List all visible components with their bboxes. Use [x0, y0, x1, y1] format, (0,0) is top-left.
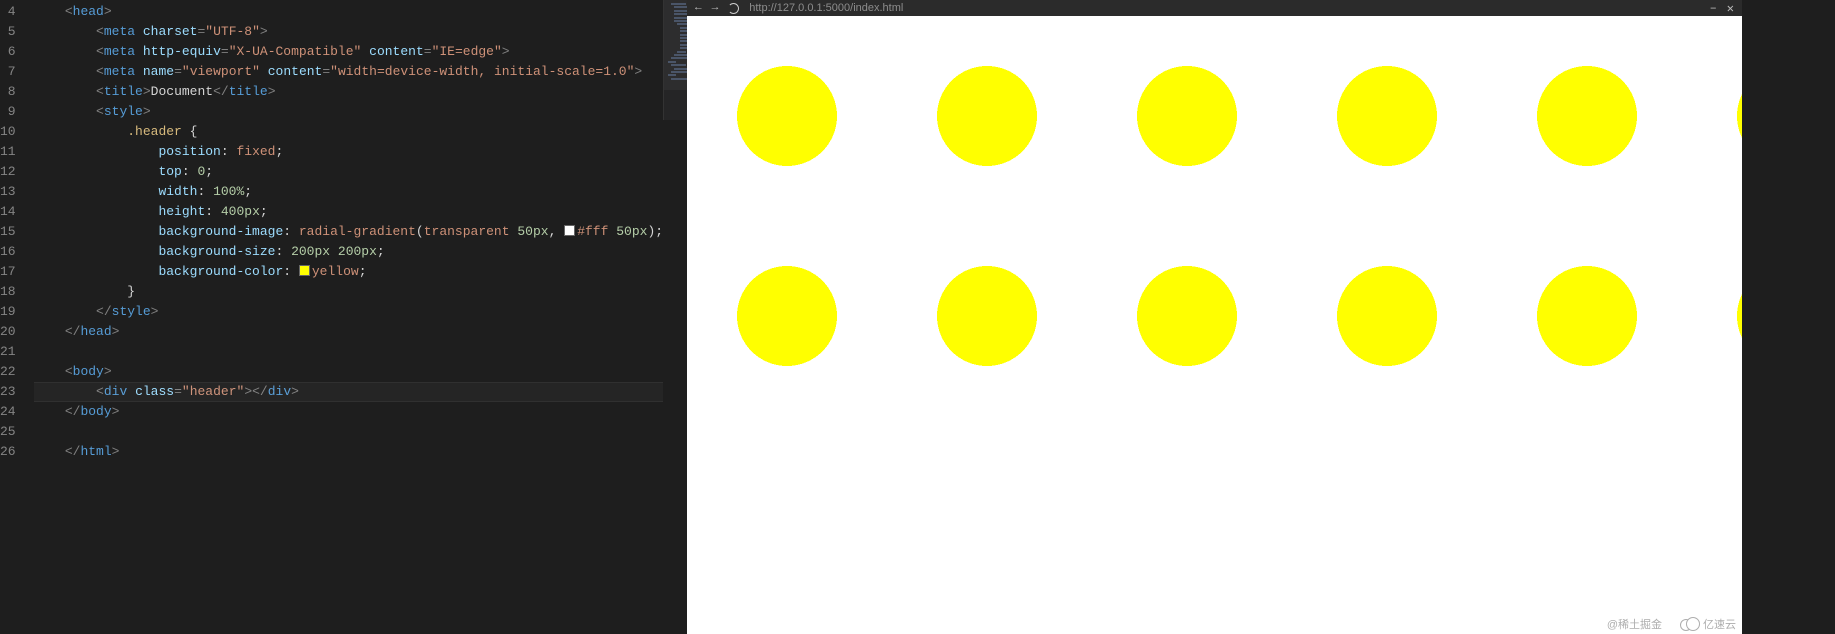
- minimap[interactable]: [663, 0, 687, 120]
- line-number: 14: [0, 202, 16, 222]
- color-swatch-icon: [299, 265, 310, 276]
- code-line[interactable]: <meta charset="UTF-8">: [34, 22, 663, 42]
- line-number: 19: [0, 302, 16, 322]
- code-line[interactable]: </head>: [34, 322, 663, 342]
- code-line[interactable]: background-image: radial-gradient(transp…: [34, 222, 663, 242]
- code-line[interactable]: [34, 422, 663, 442]
- line-number: 10: [0, 122, 16, 142]
- code-line[interactable]: <meta name="viewport" content="width=dev…: [34, 62, 663, 82]
- line-number: 21: [0, 342, 16, 362]
- watermark-right-text: 亿速云: [1703, 616, 1736, 632]
- code-line[interactable]: <body>: [34, 362, 663, 382]
- code-line[interactable]: .header {: [34, 122, 663, 142]
- code-line[interactable]: [34, 342, 663, 362]
- close-icon[interactable]: ✕: [1727, 1, 1734, 16]
- code-line[interactable]: <div class="header"></div>: [34, 382, 663, 402]
- line-number: 26: [0, 442, 16, 462]
- line-number-gutter: 4567891011121314151617181920212223242526: [0, 0, 34, 634]
- code-line[interactable]: <title>Document</title>: [34, 82, 663, 102]
- line-number: 15: [0, 222, 16, 242]
- line-number: 20: [0, 322, 16, 342]
- code-line[interactable]: top: 0;: [34, 162, 663, 182]
- line-number: 24: [0, 402, 16, 422]
- line-number: 9: [0, 102, 16, 122]
- cloud-icon: [1680, 618, 1700, 630]
- browser-viewport: @稀土掘金 亿速云: [687, 16, 1742, 634]
- code-line[interactable]: }: [34, 282, 663, 302]
- code-line[interactable]: position: fixed;: [34, 142, 663, 162]
- code-line[interactable]: </style>: [34, 302, 663, 322]
- line-number: 5: [0, 22, 16, 42]
- code-editor-pane: 4567891011121314151617181920212223242526…: [0, 0, 687, 634]
- back-icon[interactable]: ←: [695, 2, 702, 14]
- code-line[interactable]: <style>: [34, 102, 663, 122]
- address-bar[interactable]: http://127.0.0.1:5000/index.html: [749, 2, 903, 14]
- line-number: 23: [0, 382, 16, 402]
- line-number: 17: [0, 262, 16, 282]
- browser-pane: ← → http://127.0.0.1:5000/index.html – ✕…: [687, 0, 1742, 634]
- reload-icon[interactable]: [728, 3, 739, 14]
- line-number: 22: [0, 362, 16, 382]
- line-number: 4: [0, 2, 16, 22]
- line-number: 7: [0, 62, 16, 82]
- code-line[interactable]: </html>: [34, 442, 663, 462]
- line-number: 12: [0, 162, 16, 182]
- code-line[interactable]: <head>: [34, 2, 663, 22]
- browser-right-controls: – ✕: [1710, 1, 1734, 16]
- code-line[interactable]: width: 100%;: [34, 182, 663, 202]
- watermark-left: @稀土掘金: [1607, 616, 1662, 632]
- line-number: 6: [0, 42, 16, 62]
- color-swatch-icon: [564, 225, 575, 236]
- code-line[interactable]: background-size: 200px 200px;: [34, 242, 663, 262]
- line-number: 16: [0, 242, 16, 262]
- code-line[interactable]: background-color: yellow;: [34, 262, 663, 282]
- line-number: 18: [0, 282, 16, 302]
- rendered-header: [687, 16, 1742, 416]
- code-line[interactable]: </body>: [34, 402, 663, 422]
- code-line[interactable]: <meta http-equiv="X-UA-Compatible" conte…: [34, 42, 663, 62]
- line-number: 25: [0, 422, 16, 442]
- minimize-icon[interactable]: –: [1710, 1, 1717, 15]
- line-number: 11: [0, 142, 16, 162]
- watermark-right: 亿速云: [1680, 616, 1736, 632]
- code-line[interactable]: height: 400px;: [34, 202, 663, 222]
- forward-icon[interactable]: →: [712, 2, 719, 14]
- code-area[interactable]: <head> <meta charset="UTF-8"> <meta http…: [34, 0, 663, 634]
- line-number: 8: [0, 82, 16, 102]
- browser-toolbar: ← → http://127.0.0.1:5000/index.html – ✕: [687, 0, 1742, 16]
- line-number: 13: [0, 182, 16, 202]
- watermarks: @稀土掘金 亿速云: [1607, 616, 1736, 632]
